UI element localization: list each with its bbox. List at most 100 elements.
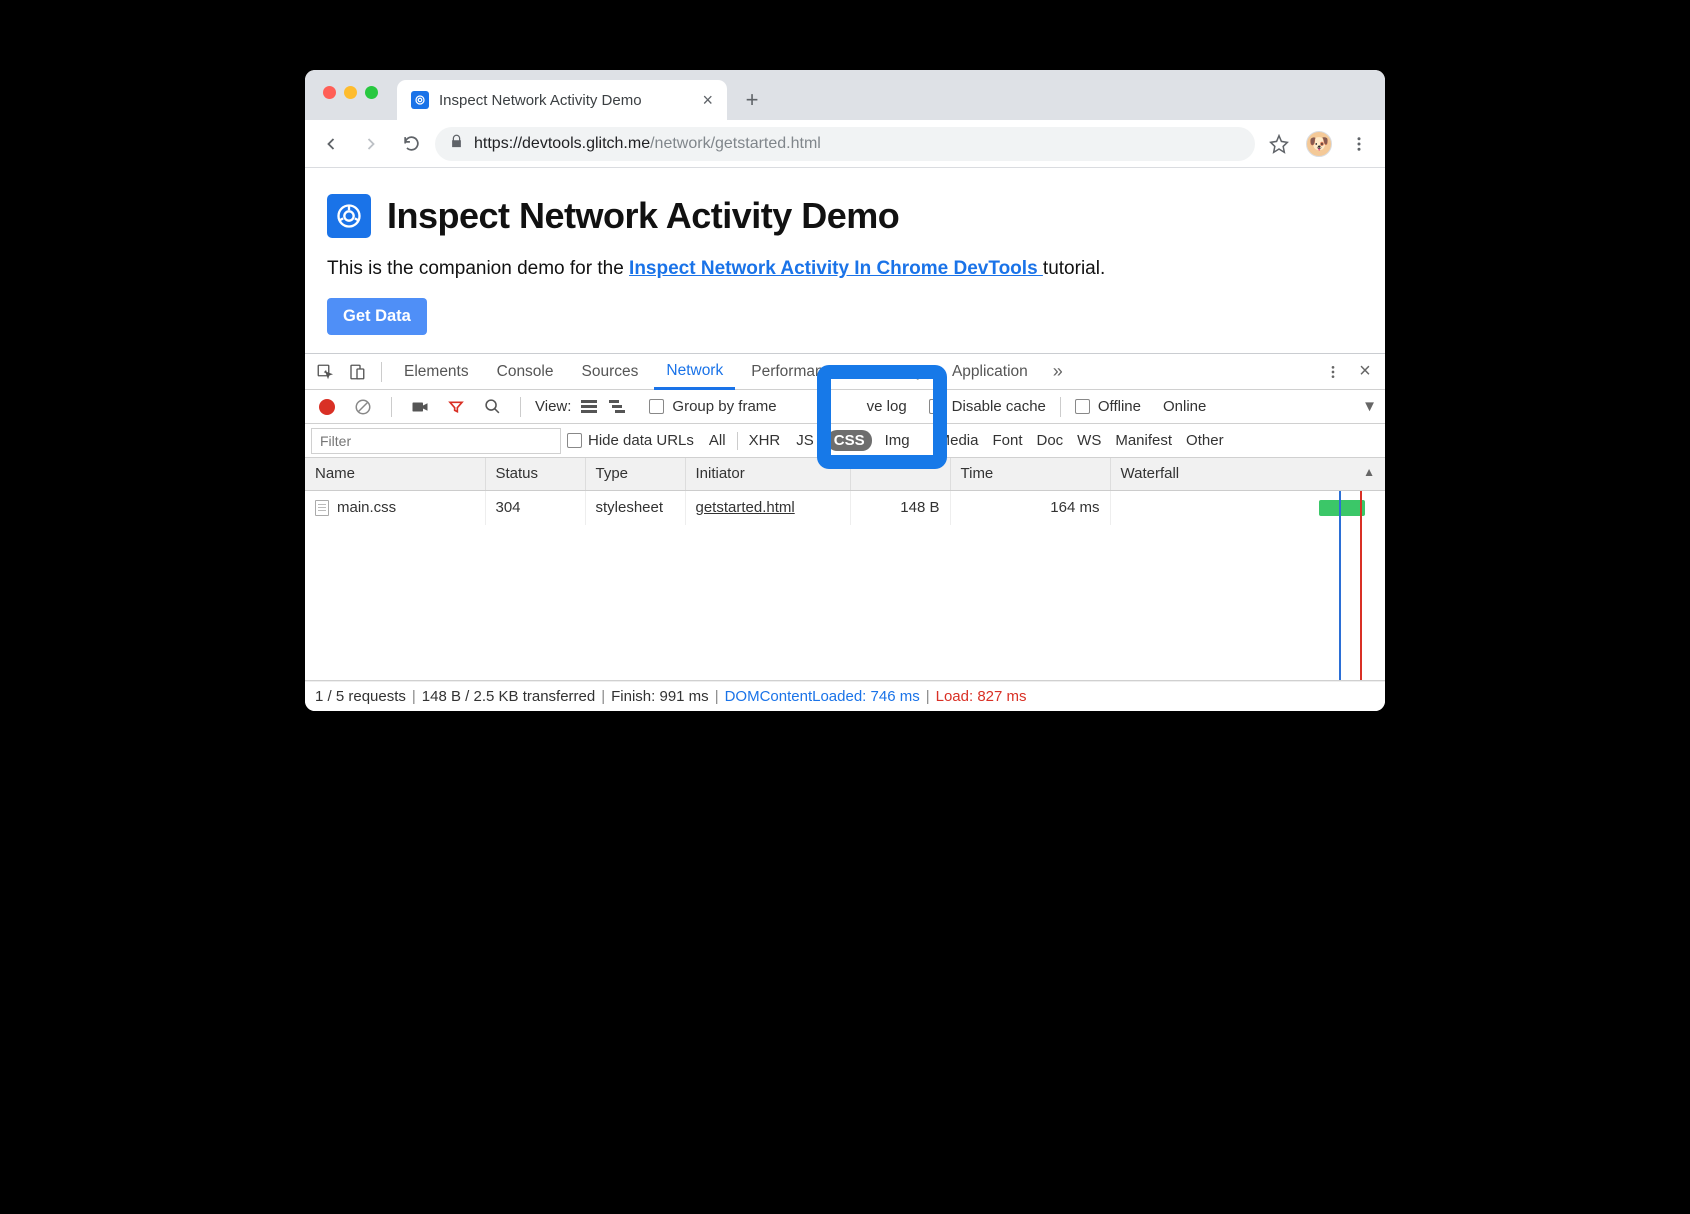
network-table-body[interactable]: main.css 304 stylesheet getstarted.html … (305, 491, 1385, 681)
filter-type-media[interactable]: Media (931, 430, 986, 451)
window-controls (323, 86, 378, 99)
devtools-menu-icon[interactable] (1319, 358, 1347, 386)
throttle-dropdown-icon[interactable]: ▼ (1362, 398, 1377, 415)
back-button[interactable] (315, 128, 347, 160)
tab-sources[interactable]: Sources (570, 354, 651, 390)
filter-type-manifest[interactable]: Manifest (1108, 430, 1179, 451)
camera-icon[interactable] (406, 393, 434, 421)
more-tabs-icon[interactable]: » (1044, 358, 1072, 386)
offline-label: Offline (1098, 398, 1141, 415)
status-transferred: 148 B / 2.5 KB transferred (422, 688, 595, 705)
col-name[interactable]: Name (305, 458, 485, 490)
disable-cache-checkbox[interactable] (929, 399, 944, 414)
waterfall-view-icon[interactable] (607, 399, 627, 415)
devtools-panel: Elements Console Sources Network Perform… (305, 353, 1385, 711)
devtools-tabbar: Elements Console Sources Network Perform… (305, 354, 1385, 390)
cell-size: 148 B (850, 491, 950, 525)
lock-icon (449, 134, 464, 154)
chrome-menu-button[interactable] (1343, 128, 1375, 160)
load-marker-line (1360, 491, 1362, 681)
inspect-element-icon[interactable] (311, 358, 339, 386)
network-filter-row: Hide data URLs All XHR JS CSS Img Media … (305, 424, 1385, 458)
tab-network[interactable]: Network (654, 354, 735, 390)
online-label[interactable]: Online (1163, 398, 1206, 415)
filter-input[interactable] (311, 428, 561, 454)
bookmark-star-icon[interactable] (1263, 128, 1295, 160)
filter-type-xhr[interactable]: XHR (742, 430, 788, 451)
initiator-link[interactable]: getstarted.html (696, 499, 795, 516)
filter-type-font[interactable]: Font (985, 430, 1029, 451)
forward-button[interactable] (355, 128, 387, 160)
cell-name: main.css (305, 491, 485, 525)
device-toolbar-icon[interactable] (343, 358, 371, 386)
clear-icon[interactable] (349, 393, 377, 421)
search-icon[interactable] (478, 393, 506, 421)
col-status[interactable]: Status (485, 458, 585, 490)
url-bar[interactable]: https://devtools.glitch.me/network/getst… (435, 127, 1255, 161)
filter-type-img[interactable]: Img (878, 430, 917, 451)
filter-type-doc[interactable]: Doc (1029, 430, 1070, 451)
reload-button[interactable] (395, 128, 427, 160)
large-rows-icon[interactable] (579, 399, 599, 415)
table-header-row: Name Status Type Initiator Size Time Wat… (305, 458, 1385, 490)
intro-paragraph: This is the companion demo for the Inspe… (327, 258, 1363, 280)
get-data-button[interactable]: Get Data (327, 298, 427, 335)
filter-type-ws[interactable]: WS (1070, 430, 1108, 451)
status-dcl: DOMContentLoaded: 746 ms (725, 688, 920, 705)
cell-initiator: getstarted.html (685, 491, 850, 525)
tab-performance[interactable]: Performance (739, 354, 852, 390)
url-text: https://devtools.glitch.me/network/getst… (474, 135, 821, 153)
page-logo-icon (327, 194, 371, 238)
devtools-close-icon[interactable]: × (1351, 358, 1379, 386)
page-heading-row: Inspect Network Activity Demo (327, 194, 1363, 238)
cell-type: stylesheet (585, 491, 685, 525)
filter-type-css[interactable]: CSS (827, 430, 872, 451)
status-finish: Finish: 991 ms (611, 688, 709, 705)
minimize-window-button[interactable] (344, 86, 357, 99)
network-table: Name Status Type Initiator Size Time Wat… (305, 458, 1385, 491)
offline-checkbox[interactable] (1075, 399, 1090, 414)
new-tab-button[interactable]: + (737, 85, 767, 115)
record-button[interactable] (313, 393, 341, 421)
cell-status: 304 (485, 491, 585, 525)
group-by-frame-checkbox[interactable] (649, 399, 664, 414)
profile-button[interactable]: 🐶 (1303, 128, 1335, 160)
view-label: View: (535, 398, 571, 415)
filter-type-all[interactable]: All (702, 430, 733, 451)
tab-elements[interactable]: Elements (392, 354, 481, 390)
status-load: Load: 827 ms (936, 688, 1027, 705)
browser-tab[interactable]: Inspect Network Activity Demo × (397, 80, 727, 120)
maximize-window-button[interactable] (365, 86, 378, 99)
tab-close-icon[interactable]: × (702, 90, 713, 111)
network-toolbar: View: Group by frame ve log Disable cach… (305, 390, 1385, 424)
close-window-button[interactable] (323, 86, 336, 99)
cell-time: 164 ms (950, 491, 1110, 525)
page-content: Inspect Network Activity Demo This is th… (305, 168, 1385, 353)
filter-type-js[interactable]: JS (789, 430, 821, 451)
col-type[interactable]: Type (585, 458, 685, 490)
tab-favicon-icon (411, 91, 429, 109)
col-initiator[interactable]: Initiator (685, 458, 850, 490)
disable-cache-label: Disable cache (952, 398, 1046, 415)
dcl-marker-line (1339, 491, 1341, 681)
hide-data-urls-label: Hide data URLs (588, 432, 694, 449)
sort-arrow-icon: ▲ (1363, 465, 1375, 479)
file-icon (315, 500, 329, 516)
hide-data-urls-checkbox[interactable] (567, 433, 582, 448)
col-time[interactable]: Time (950, 458, 1110, 490)
page-title: Inspect Network Activity Demo (387, 195, 899, 237)
tab-memory[interactable]: Memory (856, 354, 936, 390)
table-row[interactable]: main.css 304 stylesheet getstarted.html … (305, 491, 1385, 525)
tab-strip: Inspect Network Activity Demo × + (305, 70, 1385, 120)
col-size[interactable]: Size (850, 458, 950, 490)
tab-console[interactable]: Console (485, 354, 566, 390)
filter-type-other[interactable]: Other (1179, 430, 1231, 451)
col-waterfall[interactable]: Waterfall▲ (1110, 458, 1385, 490)
filter-icon[interactable] (442, 393, 470, 421)
group-by-frame-label: Group by frame (672, 398, 776, 415)
status-requests: 1 / 5 requests (315, 688, 406, 705)
preserve-log-label-partial: ve log (867, 398, 907, 415)
tutorial-link[interactable]: Inspect Network Activity In Chrome DevTo… (629, 258, 1043, 279)
tab-application[interactable]: Application (940, 354, 1040, 390)
browser-window: Inspect Network Activity Demo × + https:… (305, 70, 1385, 711)
